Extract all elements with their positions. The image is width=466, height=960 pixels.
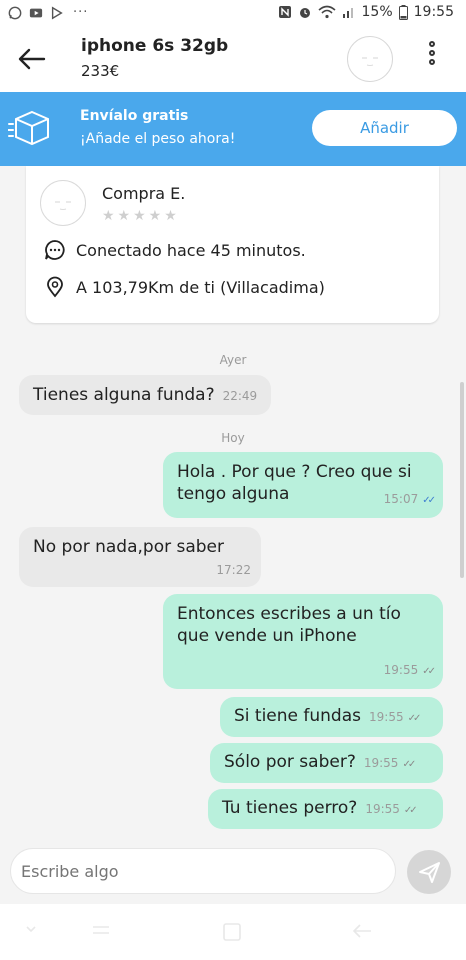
seller-rating-stars: ★★★★★ bbox=[102, 208, 180, 224]
back-arrow-icon[interactable] bbox=[16, 45, 48, 73]
home-icon[interactable] bbox=[222, 922, 242, 942]
message-time: 19:55 bbox=[369, 710, 404, 724]
send-icon bbox=[419, 862, 440, 883]
message-time: 19:55 bbox=[365, 802, 400, 816]
location-row: A 103,79Km de ti (Villacadima) bbox=[44, 276, 325, 298]
item-title[interactable]: iphone 6s 32gb bbox=[81, 36, 228, 56]
item-avatar[interactable] bbox=[347, 36, 393, 82]
message-outgoing[interactable]: Tu tienes perro? 19:55 ✓✓ bbox=[208, 789, 443, 829]
delivered-receipt-icon: ✓✓ bbox=[402, 759, 416, 770]
clock: 19:55 bbox=[413, 4, 454, 20]
message-text: Entonces escribes a un tío que vende un … bbox=[177, 604, 401, 646]
message-time: 19:55 bbox=[363, 756, 399, 770]
message-text: Tienes alguna funda? bbox=[33, 385, 215, 405]
delivered-receipt-icon: ✓✓ bbox=[422, 666, 436, 677]
message-outgoing[interactable]: Sólo por saber? 19:55 ✓✓ bbox=[210, 743, 443, 783]
signal-icon bbox=[342, 8, 353, 18]
placeholder-face-icon bbox=[55, 201, 71, 211]
overflow-menu-button[interactable] bbox=[420, 38, 444, 78]
chat-header: iphone 6s 32gb 233€ bbox=[0, 30, 466, 92]
item-price: 233€ bbox=[81, 62, 120, 80]
message-outgoing[interactable]: Entonces escribes a un tío que vende un … bbox=[163, 594, 443, 689]
status-bar: ··· 15% 19:55 bbox=[0, 0, 466, 30]
alarm-icon bbox=[299, 8, 310, 18]
nav-down-icon[interactable] bbox=[24, 922, 38, 936]
seller-card: Compra E. ★★★★★ Conectado hace 45 minuto… bbox=[26, 166, 439, 323]
add-weight-button[interactable]: Añadir bbox=[312, 110, 457, 146]
message-text: Tu tienes perro? bbox=[222, 798, 358, 818]
message-time: 15:07 bbox=[383, 492, 419, 506]
battery-icon bbox=[398, 4, 408, 20]
recent-apps-icon[interactable] bbox=[90, 922, 112, 938]
more-notifications-indicator: ··· bbox=[73, 5, 89, 20]
message-outgoing[interactable]: Si tiene fundas 19:55 ✓✓ bbox=[220, 697, 443, 737]
chat-scrollbar[interactable] bbox=[460, 382, 464, 578]
message-outgoing[interactable]: Hola . Por que ? Creo que si tengo algun… bbox=[163, 452, 443, 518]
delivered-receipt-icon: ✓✓ bbox=[407, 713, 422, 724]
composer-bar bbox=[0, 838, 466, 904]
seller-avatar[interactable] bbox=[40, 180, 86, 226]
wifi-icon bbox=[317, 5, 336, 19]
message-incoming[interactable]: No por nada,por saber 17:22 bbox=[19, 527, 261, 587]
banner-title: Envíalo gratis bbox=[80, 108, 189, 124]
shipping-banner: Envíalo gratis ¡Añade el peso ahora! Aña… bbox=[0, 92, 466, 166]
battery-percent: 15% bbox=[361, 4, 393, 20]
youtube-icon bbox=[29, 8, 43, 17]
banner-subtitle: ¡Añade el peso ahora! bbox=[80, 131, 236, 147]
send-button[interactable] bbox=[407, 850, 451, 894]
whatsapp-icon bbox=[8, 6, 22, 19]
nfc-icon bbox=[278, 6, 291, 18]
message-text: No por nada,por saber bbox=[33, 537, 225, 557]
seller-name[interactable]: Compra E. bbox=[102, 184, 185, 203]
location-text: A 103,79Km de ti (Villacadima) bbox=[76, 277, 325, 297]
day-separator-today: Hoy bbox=[221, 431, 245, 445]
message-incoming[interactable]: Tienes alguna funda? 22:49 bbox=[19, 375, 272, 415]
message-input[interactable] bbox=[10, 848, 396, 894]
read-receipt-icon: ✓✓ bbox=[422, 495, 436, 506]
chat-bubble-icon bbox=[45, 240, 65, 260]
system-nav-bar bbox=[0, 904, 466, 960]
delivered-receipt-icon: ✓✓ bbox=[403, 805, 418, 816]
message-time: 17:22 bbox=[216, 563, 251, 577]
day-separator-yesterday: Ayer bbox=[219, 353, 247, 367]
placeholder-face-icon bbox=[362, 57, 378, 67]
message-time: 19:55 bbox=[383, 663, 419, 677]
location-pin-icon bbox=[47, 276, 63, 298]
package-icon bbox=[8, 110, 49, 146]
message-time: 22:49 bbox=[222, 389, 258, 403]
message-text: Si tiene fundas bbox=[234, 706, 362, 726]
last-seen-row: Conectado hace 45 minutos. bbox=[44, 239, 306, 261]
nav-back-icon[interactable] bbox=[350, 922, 374, 940]
last-seen-text: Conectado hace 45 minutos. bbox=[76, 240, 306, 260]
play-store-icon bbox=[51, 6, 63, 19]
message-text: Sólo por saber? bbox=[224, 752, 356, 772]
